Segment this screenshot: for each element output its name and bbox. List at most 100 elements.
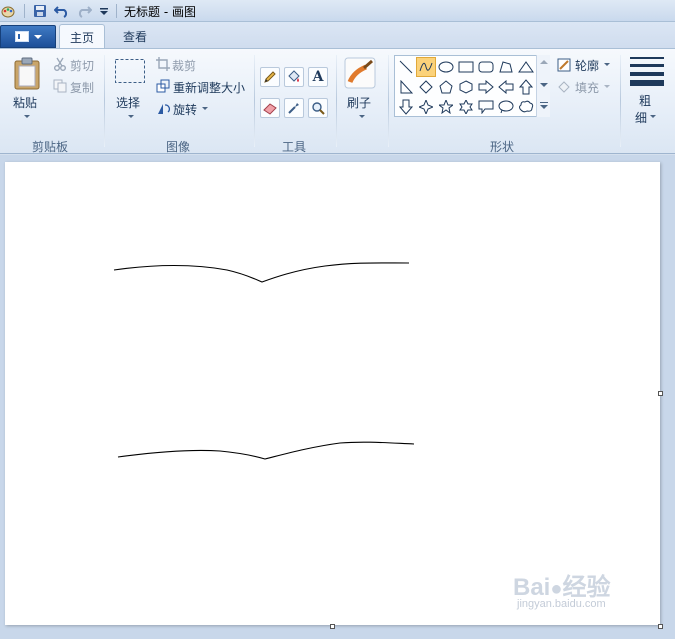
resize-handle-right[interactable]	[658, 391, 663, 396]
resize-button[interactable]: 重新调整大小	[173, 79, 245, 96]
up-arrow-shape[interactable]	[516, 77, 536, 97]
tab-view[interactable]: 查看	[113, 24, 157, 49]
expand-gallery-caret-icon[interactable]	[540, 105, 548, 109]
text-tool-button[interactable]: A	[308, 67, 328, 87]
oval-shape[interactable]	[436, 57, 456, 77]
resize-handle-bottom[interactable]	[330, 624, 335, 629]
group-label-shapes: 形状	[490, 140, 515, 154]
down-arrow-shape[interactable]	[396, 97, 416, 117]
left-arrow-shape[interactable]	[496, 77, 516, 97]
polygon-shape[interactable]	[496, 57, 516, 77]
redo-icon[interactable]	[76, 3, 92, 19]
resize-handle-corner[interactable]	[658, 624, 663, 629]
paint-app-icon[interactable]	[0, 3, 16, 19]
scroll-up-icon[interactable]	[540, 60, 548, 64]
six-point-star-shape[interactable]	[456, 97, 476, 117]
copy-icon	[53, 79, 67, 96]
save-icon[interactable]	[32, 3, 48, 19]
outline-dropdown-icon[interactable]	[604, 63, 610, 66]
eraser-icon	[263, 103, 277, 115]
chevron-down-icon	[33, 34, 42, 39]
window-title: 无标题 - 画图	[124, 5, 196, 19]
select-dropdown-icon[interactable]	[128, 115, 134, 118]
size-bar-4	[630, 80, 664, 86]
clipboard-icon	[14, 57, 40, 90]
brushes-dropdown-icon[interactable]	[359, 115, 365, 118]
drawing-canvas[interactable]: Bai●经验 jingyan.baidu.com	[5, 162, 660, 625]
eraser-tool-button[interactable]	[260, 98, 280, 118]
watermark-url: jingyan.baidu.com	[517, 598, 606, 610]
baidu-watermark: Bai●经验	[513, 574, 611, 601]
fill-icon	[557, 80, 571, 97]
shapes-gallery	[394, 55, 550, 117]
fill-bucket-icon	[288, 70, 300, 82]
paste-dropdown-icon[interactable]	[24, 115, 30, 118]
customize-toolbar-icon[interactable]	[96, 3, 112, 19]
undo-icon[interactable]	[54, 3, 70, 19]
scroll-down-icon[interactable]	[540, 83, 548, 87]
right-arrow-shape[interactable]	[476, 77, 496, 97]
oval-callout-shape[interactable]	[496, 97, 516, 117]
size-label-line1: 粗	[639, 94, 652, 108]
size-dropdown-icon[interactable]	[650, 115, 656, 118]
fill-button[interactable]: 填充	[575, 79, 599, 96]
resize-icon	[156, 79, 170, 96]
diamond-shape[interactable]	[416, 77, 436, 97]
size-label-line2: 细	[635, 111, 648, 125]
crop-button[interactable]: 裁剪	[172, 57, 196, 74]
triangle-shape[interactable]	[516, 57, 536, 77]
canvas-drawing	[113, 262, 415, 460]
cut-button[interactable]: 剪切	[70, 57, 94, 74]
magnifier-tool-button[interactable]	[308, 98, 328, 118]
fill-tool-button[interactable]	[284, 67, 304, 87]
size-bar-3	[630, 72, 664, 76]
outline-icon	[557, 58, 571, 75]
rounded-rectangle-shape[interactable]	[476, 57, 496, 77]
rotate-dropdown-icon[interactable]	[202, 107, 208, 110]
pencil-tool-button[interactable]	[260, 67, 280, 87]
pentagon-shape[interactable]	[436, 77, 456, 97]
fill-dropdown-icon[interactable]	[604, 85, 610, 88]
shapes-scroll[interactable]	[536, 55, 550, 117]
document-icon	[14, 31, 29, 42]
right-triangle-shape[interactable]	[396, 77, 416, 97]
color-picker-tool-button[interactable]	[284, 98, 304, 118]
rect-callout-shape[interactable]	[476, 97, 496, 117]
group-label-clipboard: 剪贴板	[32, 140, 69, 154]
curve-stroke-1	[113, 262, 410, 283]
ribbon: 粘贴 剪切 复制 剪贴板 选择 裁剪 重新调整大小 旋转 图像 A 工具 刷子 …	[0, 48, 675, 154]
size-bar-2	[630, 64, 664, 67]
pencil-icon	[264, 71, 276, 83]
title-bar: 无标题 - 画图	[0, 0, 675, 22]
rotate-button[interactable]: 旋转	[173, 101, 197, 118]
crop-icon	[156, 57, 170, 74]
brushes-label: 刷子	[347, 96, 372, 110]
five-point-star-shape[interactable]	[436, 97, 456, 117]
four-point-star-shape[interactable]	[416, 97, 436, 117]
brush-icon	[344, 57, 376, 89]
cloud-callout-shape[interactable]	[516, 97, 536, 117]
select-rect-icon	[115, 59, 145, 83]
select-button[interactable]	[114, 58, 146, 87]
paste-button[interactable]	[12, 57, 42, 94]
eyedropper-icon	[288, 103, 299, 114]
hexagon-shape[interactable]	[456, 77, 476, 97]
group-label-tools: 工具	[282, 140, 307, 154]
ribbon-tabs: 主页 查看	[0, 22, 675, 49]
copy-button[interactable]: 复制	[70, 79, 94, 96]
line-shape[interactable]	[396, 57, 416, 77]
rectangle-shape[interactable]	[456, 57, 476, 77]
expand-gallery-icon[interactable]	[540, 102, 548, 103]
tab-home[interactable]: 主页	[59, 24, 105, 49]
text-icon: A	[312, 69, 324, 85]
curve-shape[interactable]	[416, 57, 436, 77]
select-label: 选择	[116, 96, 141, 110]
paste-label: 粘贴	[13, 96, 38, 110]
outline-button[interactable]: 轮廓	[575, 57, 599, 74]
cut-icon	[53, 57, 67, 74]
magnifier-icon	[312, 102, 325, 115]
curve-stroke-2	[117, 441, 415, 460]
paint-menu-button[interactable]	[0, 25, 56, 48]
brushes-button[interactable]	[344, 57, 376, 92]
rotate-icon	[156, 101, 170, 118]
